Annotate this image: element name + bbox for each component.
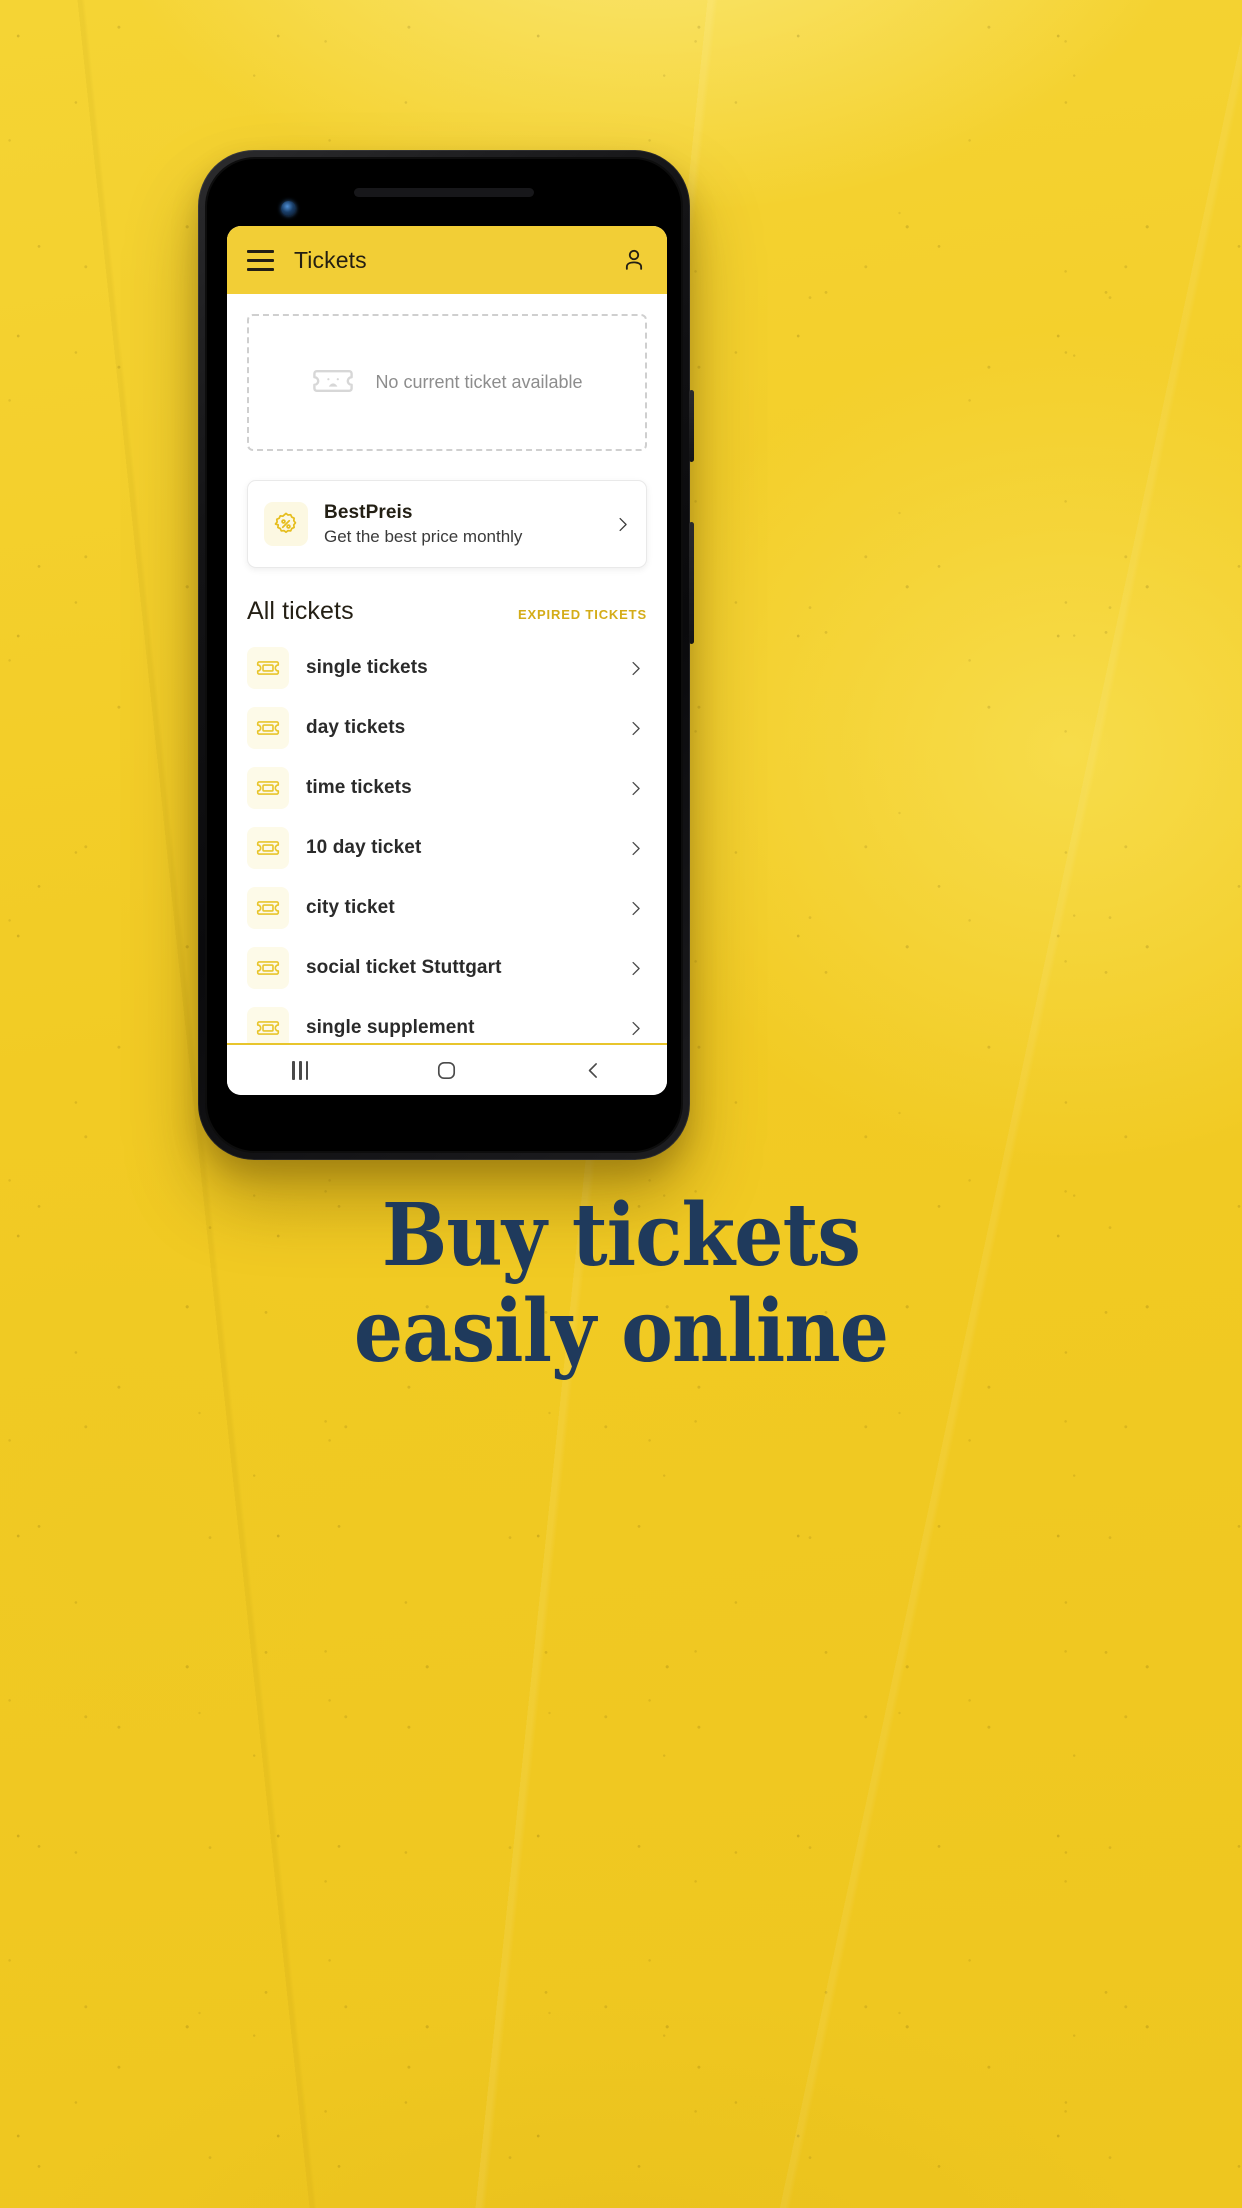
list-item[interactable]: single tickets [227, 638, 667, 698]
list-item-label: city ticket [306, 897, 395, 918]
android-nav-bar [227, 1043, 667, 1095]
expired-tickets-link[interactable]: EXPIRED TICKETS [518, 607, 647, 622]
ticket-list: single tickets day tickets time tickets … [227, 638, 667, 1043]
app-bar: Tickets [227, 226, 667, 294]
back-icon[interactable] [558, 1050, 630, 1090]
headline-line-1: Buy tickets [381, 1185, 861, 1286]
bestpreis-title: BestPreis [324, 501, 413, 523]
home-icon[interactable] [411, 1050, 483, 1090]
chevron-right-icon [613, 515, 632, 534]
list-item-label: single supplement [306, 1017, 475, 1038]
phone-bezel: Tickets No current ticket available Best… [205, 157, 683, 1153]
bestpreis-subtitle: Get the best price monthly [324, 526, 523, 546]
poster-headline: Buy tickets easily online [62, 1185, 1180, 1383]
empty-ticket-placeholder: No current ticket available [247, 314, 647, 451]
list-item-label: single tickets [306, 657, 428, 678]
power-button[interactable] [689, 390, 694, 462]
empty-ticket-text: No current ticket available [375, 372, 583, 392]
sad-ticket-icon [311, 366, 355, 400]
front-camera-icon [281, 201, 296, 216]
chevron-right-icon [626, 1019, 645, 1038]
chevron-right-icon [626, 659, 645, 678]
headline-line-2: easily online [353, 1281, 889, 1383]
person-icon[interactable] [621, 247, 647, 273]
list-item-label: 10 day ticket [306, 837, 422, 858]
volume-button[interactable] [689, 522, 694, 644]
chevron-right-icon [626, 719, 645, 738]
ticket-icon [247, 887, 289, 929]
chevron-right-icon [626, 839, 645, 858]
list-item-label: day tickets [306, 717, 406, 738]
percent-badge-icon [264, 502, 308, 546]
ticket-icon [247, 947, 289, 989]
ticket-icon [247, 1007, 289, 1043]
all-tickets-title: All tickets [247, 597, 354, 625]
page-title: Tickets [294, 246, 367, 273]
list-item[interactable]: single supplement [227, 998, 667, 1043]
chevron-right-icon [626, 959, 645, 978]
list-item-label: time tickets [306, 777, 412, 798]
phone-mockup: Tickets No current ticket available Best… [198, 150, 694, 1160]
list-item[interactable]: city ticket [227, 878, 667, 938]
ticket-icon [247, 647, 289, 689]
recents-icon[interactable] [264, 1050, 336, 1090]
ticket-icon [247, 707, 289, 749]
list-item[interactable]: day tickets [227, 698, 667, 758]
all-tickets-header: All tickets EXPIRED TICKETS [247, 597, 647, 626]
list-item[interactable]: social ticket Stuttgart [227, 938, 667, 998]
bestpreis-card[interactable]: BestPreis Get the best price monthly [247, 480, 647, 568]
phone-screen: Tickets No current ticket available Best… [227, 226, 667, 1095]
app-content: No current ticket available BestPreis Ge… [227, 294, 667, 1043]
list-item-label: social ticket Stuttgart [306, 957, 502, 978]
list-item[interactable]: time tickets [227, 758, 667, 818]
ticket-icon [247, 767, 289, 809]
chevron-right-icon [626, 899, 645, 918]
ticket-icon [247, 827, 289, 869]
chevron-right-icon [626, 779, 645, 798]
hamburger-menu-icon[interactable] [247, 249, 274, 271]
earpiece-speaker-icon [354, 188, 534, 197]
list-item[interactable]: 10 day ticket [227, 818, 667, 878]
